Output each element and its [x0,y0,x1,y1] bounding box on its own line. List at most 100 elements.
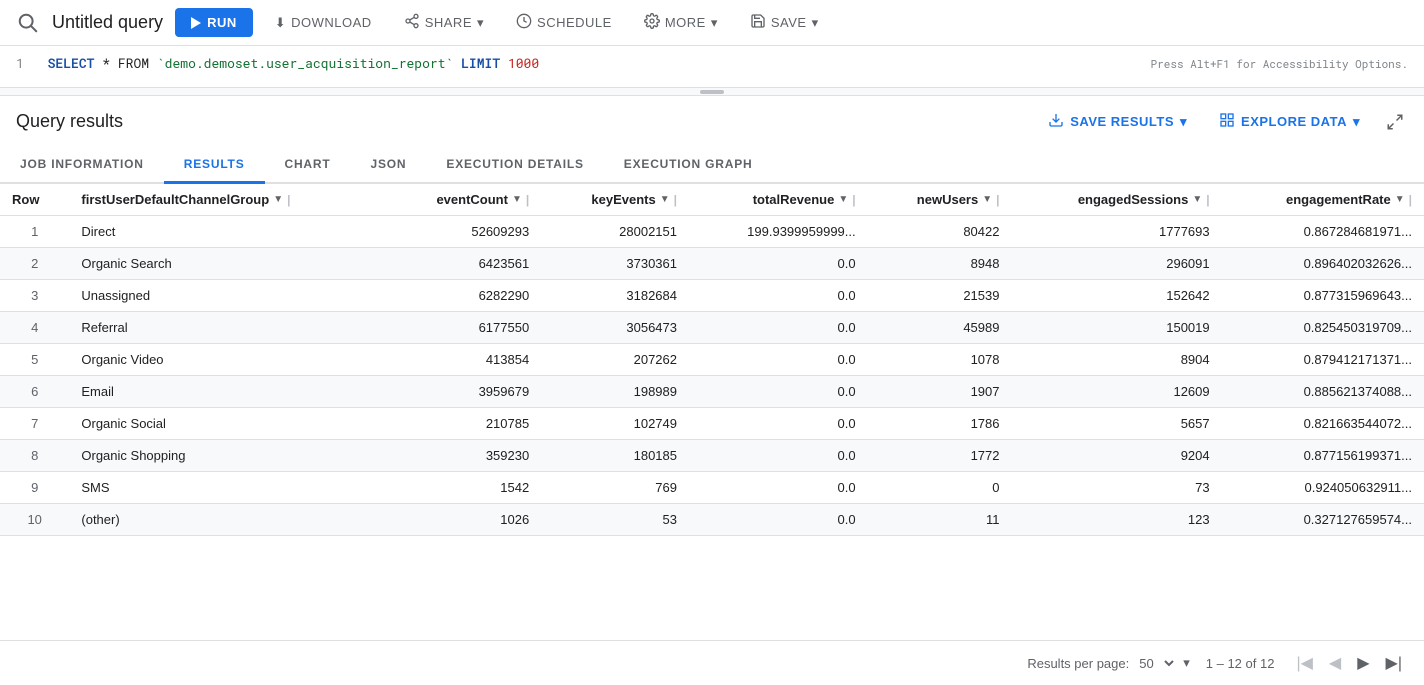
col-header-totalrevenue[interactable]: totalRevenue ▼ | [689,184,868,216]
line-number: 1 [16,54,24,72]
cell-row: 2 [0,248,69,280]
cell-newusers: 45989 [868,312,1012,344]
resize-col-engagementrate[interactable]: | [1409,193,1412,207]
cell-newusers: 1078 [868,344,1012,376]
code-editor[interactable]: 1 SELECT * FROM `demo.demoset.user_acqui… [0,46,1424,88]
results-table-container[interactable]: Row firstUserDefaultChannelGroup ▼ | eve… [0,184,1424,640]
save-button[interactable]: SAVE ▾ [740,7,829,38]
table-row: 7 Organic Social 210785 102749 0.0 1786 … [0,408,1424,440]
cell-engagementrate: 0.327127659574... [1222,504,1424,536]
cell-keyevents: 198989 [541,376,689,408]
resize-col-totalrevenue[interactable]: | [852,193,855,207]
cell-engagedsessions: 5657 [1011,408,1221,440]
keyword-select: SELECT [48,54,95,72]
gear-icon [644,13,660,32]
tab-chart[interactable]: CHART [265,147,351,184]
share-button[interactable]: SHARE ▾ [394,7,494,38]
cell-newusers: 80422 [868,216,1012,248]
cell-row: 7 [0,408,69,440]
cell-totalrevenue: 0.0 [689,344,868,376]
expand-button[interactable] [1382,109,1408,135]
table-row: 9 SMS 1542 769 0.0 0 73 0.924050632911..… [0,472,1424,504]
col-header-eventcount[interactable]: eventCount ▼ | [384,184,541,216]
explore-data-label: EXPLORE DATA [1241,114,1347,129]
app-logo [16,11,40,35]
cell-keyevents: 180185 [541,440,689,472]
cell-engagementrate: 0.885621374088... [1222,376,1424,408]
cell-channel: Email [69,376,383,408]
table-row: 10 (other) 1026 53 0.0 11 123 0.32712765… [0,504,1424,536]
cell-eventcount: 52609293 [384,216,541,248]
resize-col-keyevents[interactable]: | [674,193,677,207]
resize-col-newusers[interactable]: | [996,193,999,207]
code-star: * FROM [102,54,157,72]
col-header-engagedsessions[interactable]: engagedSessions ▼ | [1011,184,1221,216]
results-table: Row firstUserDefaultChannelGroup ▼ | eve… [0,184,1424,536]
schedule-button[interactable]: SCHEDULE [506,7,622,38]
per-page-select[interactable]: 50 10 25 100 [1135,655,1177,672]
cell-row: 5 [0,344,69,376]
prev-page-button[interactable]: ◀ [1323,649,1347,677]
cell-channel: Unassigned [69,280,383,312]
cell-engagementrate: 0.877156199371... [1222,440,1424,472]
col-header-keyevents[interactable]: keyEvents ▼ | [541,184,689,216]
cell-totalrevenue: 0.0 [689,312,868,344]
cell-eventcount: 1542 [384,472,541,504]
cell-totalrevenue: 0.0 [689,440,868,472]
col-label-eventcount: eventCount [436,192,508,207]
cell-engagementrate: 0.825450319709... [1222,312,1424,344]
cell-row: 8 [0,440,69,472]
table-name: `demo.demoset.user_acquisition_report` [157,54,453,72]
tab-job-information[interactable]: JOB INFORMATION [0,147,164,184]
tab-execution-details[interactable]: EXECUTION DETAILS [426,147,603,184]
cell-channel: Organic Search [69,248,383,280]
play-icon [191,17,201,29]
first-page-button[interactable]: |◀ [1290,649,1318,677]
next-page-button[interactable]: ▶ [1351,649,1375,677]
cell-engagementrate: 0.867284681971... [1222,216,1424,248]
download-icon: ⬇ [275,15,286,31]
save-results-icon [1048,112,1064,131]
cell-eventcount: 210785 [384,408,541,440]
resize-col-eventcount[interactable]: | [526,193,529,207]
keyword-limit: LIMIT [461,54,508,72]
col-header-newusers[interactable]: newUsers ▼ | [868,184,1012,216]
cell-engagedsessions: 9204 [1011,440,1221,472]
more-button[interactable]: MORE ▾ [634,7,728,38]
per-page-label: Results per page: [1027,656,1129,671]
cell-row: 3 [0,280,69,312]
cell-totalrevenue: 0.0 [689,248,868,280]
run-button[interactable]: RUN [175,8,253,37]
resize-col-engagedsessions[interactable]: | [1206,193,1209,207]
page-navigation: |◀ ◀ ▶ ▶| [1290,649,1408,677]
sort-icon-newusers: ▼ [982,194,992,205]
download-button[interactable]: ⬇ DOWNLOAD [265,9,382,37]
last-page-button[interactable]: ▶| [1380,649,1408,677]
cell-row: 10 [0,504,69,536]
cell-engagedsessions: 12609 [1011,376,1221,408]
cell-keyevents: 207262 [541,344,689,376]
cell-totalrevenue: 199.9399959999... [689,216,868,248]
cell-newusers: 11 [868,504,1012,536]
resize-handle[interactable] [0,88,1424,96]
explore-data-chevron-icon: ▾ [1353,114,1360,130]
cell-eventcount: 6177550 [384,312,541,344]
tab-results[interactable]: RESULTS [164,147,265,184]
col-header-channel[interactable]: firstUserDefaultChannelGroup ▼ | [69,184,383,216]
resize-col-channel[interactable]: | [287,193,290,207]
tab-json[interactable]: JSON [351,147,427,184]
cell-engagedsessions: 152642 [1011,280,1221,312]
sort-icon-keyevents: ▼ [660,194,670,205]
cell-row: 4 [0,312,69,344]
cell-engagedsessions: 123 [1011,504,1221,536]
tab-execution-graph[interactable]: EXECUTION GRAPH [604,147,773,184]
explore-data-button[interactable]: EXPLORE DATA ▾ [1209,106,1370,137]
col-header-engagementrate[interactable]: engagementRate ▼ | [1222,184,1424,216]
cell-totalrevenue: 0.0 [689,472,868,504]
cell-totalrevenue: 0.0 [689,504,868,536]
share-icon [404,13,420,32]
save-results-button[interactable]: SAVE RESULTS ▾ [1038,106,1197,137]
col-label-channel: firstUserDefaultChannelGroup [81,192,269,207]
table-row: 8 Organic Shopping 359230 180185 0.0 177… [0,440,1424,472]
cell-engagementrate: 0.879412171371... [1222,344,1424,376]
